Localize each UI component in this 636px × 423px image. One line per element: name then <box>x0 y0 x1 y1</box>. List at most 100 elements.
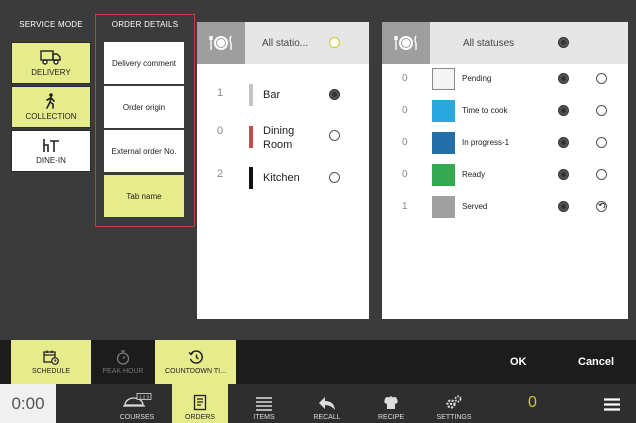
nav-recipe-label: RECIPE <box>377 414 405 421</box>
status-row-ready[interactable]: 0 Ready <box>382 164 628 186</box>
countdown-timer-button[interactable]: COUNTDOWN TI... <box>155 340 236 384</box>
station-row-bar[interactable]: 1 Bar <box>197 84 369 106</box>
status-color-swatch <box>432 68 455 90</box>
station-count: 2 <box>217 168 224 180</box>
stopwatch-icon <box>116 349 130 365</box>
dine-in-button[interactable]: DINE-IN <box>11 130 91 172</box>
courses-badge: 1 2 3 <box>139 394 150 399</box>
station-name: Bar <box>263 89 281 101</box>
nav-recipe[interactable]: RECIPE <box>363 384 419 423</box>
delivery-label: DELIVERY <box>31 68 71 77</box>
all-stations-label: All statio... <box>262 37 309 49</box>
collection-label: COLLECTION <box>25 112 77 121</box>
courses-icon: 1 2 3 <box>123 393 152 407</box>
status-name: Served <box>462 202 488 211</box>
list-lines-icon <box>256 397 272 411</box>
station-radio-dining-room[interactable] <box>329 130 340 141</box>
plate-cutlery-icon <box>197 22 245 64</box>
all-statuses-label: All statuses <box>463 37 515 49</box>
status-visible-radio[interactable] <box>558 169 569 180</box>
orders-icon <box>193 394 207 411</box>
recall-arrow-icon <box>319 397 335 410</box>
status-row-pending[interactable]: 0 Pending <box>382 68 628 90</box>
station-color-bar <box>249 167 253 189</box>
delivery-truck-icon <box>40 50 61 65</box>
collection-button[interactable]: COLLECTION <box>11 86 91 128</box>
station-row-kitchen[interactable]: 2 Kitchen <box>197 167 369 189</box>
walking-person-icon <box>46 93 55 109</box>
status-secondary-radio[interactable] <box>596 169 607 180</box>
calendar-clock-icon <box>43 350 59 365</box>
chef-hat-icon <box>384 396 398 409</box>
nav-recall[interactable]: RECALL <box>299 384 355 423</box>
status-visible-radio[interactable] <box>558 201 569 212</box>
station-row-dining-room[interactable]: 0 Dining Room <box>197 124 369 154</box>
nav-settings[interactable]: SETTINGS <box>426 384 482 423</box>
status-name: Pending <box>462 74 492 83</box>
external-order-number-button[interactable]: External order No. <box>104 130 184 172</box>
status-color-swatch <box>432 132 455 154</box>
hamburger-menu-icon[interactable] <box>604 398 620 411</box>
status-secondary-radio[interactable] <box>596 105 607 116</box>
status-count: 0 <box>402 169 408 180</box>
order-details-title: ORDER DETAILS <box>111 20 179 29</box>
nav-courses-label: COURSES <box>119 414 155 421</box>
tab-name-button[interactable]: Tab name <box>104 175 184 217</box>
station-color-bar <box>249 84 253 106</box>
cancel-button[interactable]: Cancel <box>578 356 614 368</box>
status-name: Ready <box>462 170 486 179</box>
service-mode-title: SERVICE MODE <box>19 20 83 29</box>
all-statuses-radio[interactable] <box>558 37 569 48</box>
ok-button[interactable]: OK <box>510 356 527 368</box>
action-bar: SCHEDULE PEAK HOUR COUNTDOWN TI... OK Ca… <box>0 340 636 384</box>
nav-items[interactable]: ITEMS <box>236 384 292 423</box>
table-chair-icon <box>43 139 59 152</box>
order-origin-button[interactable]: Order origin <box>104 86 184 128</box>
peak-hour-button[interactable]: PEAK HOUR <box>91 340 155 384</box>
all-stations-radio[interactable] <box>329 37 340 48</box>
nav-orders-label: ORDERS <box>185 414 215 421</box>
schedule-label: SCHEDULE <box>31 367 71 375</box>
status-count: 1 <box>402 201 408 212</box>
dine-in-label: DINE-IN <box>36 156 66 165</box>
nav-settings-label: SETTINGS <box>436 414 472 421</box>
undo-arrow-icon <box>598 202 606 209</box>
status-row-served[interactable]: 1 Served <box>382 196 628 218</box>
status-visible-radio[interactable] <box>558 137 569 148</box>
status-recall-radio[interactable] <box>596 201 607 212</box>
nav-items-label: ITEMS <box>253 414 275 421</box>
status-color-swatch <box>432 164 455 186</box>
station-name: Dining Room <box>263 125 295 151</box>
stations-header[interactable]: All statio... <box>197 22 369 64</box>
statuses-panel: All statuses 0 Pending 0 Time to cook 0 … <box>382 22 628 319</box>
status-name: Time to cook <box>462 106 508 115</box>
delivery-comment-button[interactable]: Delivery comment <box>104 42 184 84</box>
status-visible-radio[interactable] <box>558 73 569 84</box>
plate-cutlery-icon <box>382 22 430 64</box>
statuses-header[interactable]: All statuses <box>382 22 628 64</box>
status-row-time-to-cook[interactable]: 0 Time to cook <box>382 100 628 122</box>
status-color-swatch <box>432 100 455 122</box>
station-color-bar <box>249 126 253 148</box>
station-count: 0 <box>217 125 224 137</box>
status-secondary-radio[interactable] <box>596 73 607 84</box>
status-row-in-progress[interactable]: 0 In progress-1 <box>382 132 628 154</box>
station-radio-kitchen[interactable] <box>329 172 340 183</box>
delivery-button[interactable]: DELIVERY <box>11 42 91 84</box>
nav-recall-label: RECALL <box>313 414 341 421</box>
elapsed-timer: 0:00 <box>0 384 56 423</box>
order-counter: 0 <box>528 394 537 411</box>
schedule-button[interactable]: SCHEDULE <box>11 340 91 384</box>
countdown-label: COUNTDOWN TI... <box>165 367 226 375</box>
nav-courses[interactable]: 1 2 3 COURSES <box>109 384 165 423</box>
nav-orders[interactable]: ORDERS <box>172 384 228 423</box>
status-visible-radio[interactable] <box>558 105 569 116</box>
station-radio-bar[interactable] <box>329 89 340 100</box>
footer-nav: 0:00 1 2 3 COURSES ORDERS ITEMS RECALL R… <box>0 384 636 423</box>
status-count: 0 <box>402 73 408 84</box>
gear-icon <box>446 395 462 409</box>
station-name: Kitchen <box>263 172 300 184</box>
status-name: In progress-1 <box>462 138 510 147</box>
countdown-clock-icon <box>188 349 203 364</box>
status-secondary-radio[interactable] <box>596 137 607 148</box>
